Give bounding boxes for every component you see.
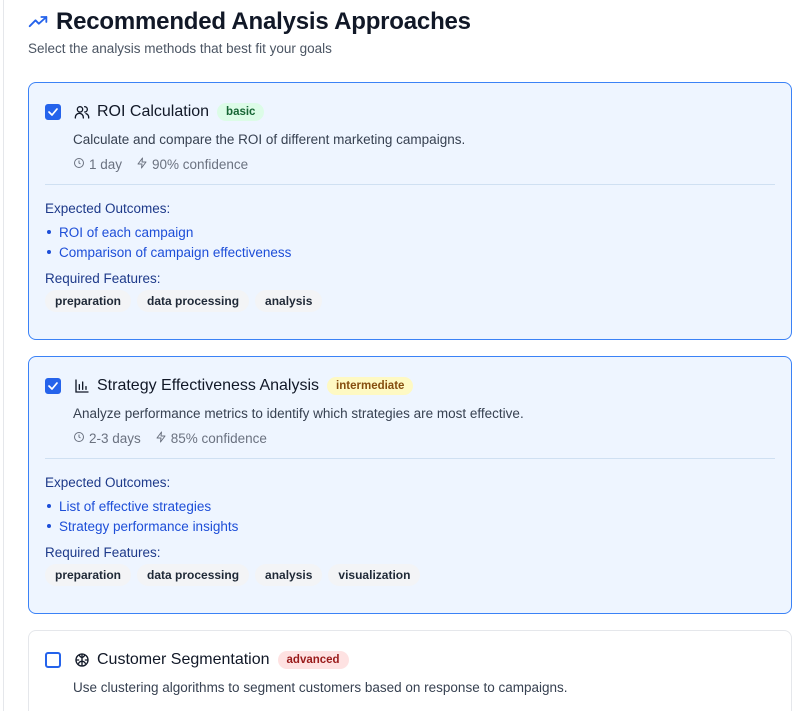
trending-up-icon [28,12,48,32]
left-border [3,0,4,711]
feature-chip: analysis [255,290,323,312]
duration-text: 2-3 days [89,431,141,446]
outcomes-list: List of effective strategies Strategy pe… [45,496,775,536]
page-subtitle: Select the analysis methods that best fi… [28,41,332,56]
outcomes-label: Expected Outcomes: [45,201,171,216]
level-badge: basic [217,103,265,121]
feature-chip: visualization [328,564,421,586]
zap-icon [155,431,167,446]
feature-chips: preparation data processing analysis [45,290,775,312]
clock-icon [73,157,85,172]
feature-chip: data processing [137,290,250,312]
list-item: List of effective strategies [45,496,775,516]
brain-icon [73,651,91,669]
method-checkbox[interactable] [45,104,61,120]
divider [45,184,775,185]
level-badge: advanced [277,651,349,669]
clock-icon [73,431,85,446]
method-description: Calculate and compare the ROI of differe… [73,132,466,147]
confidence-text: 85% confidence [170,431,267,446]
method-card-strategy-effectiveness[interactable]: Strategy Effectiveness Analysis intermed… [28,356,792,614]
feature-chip: preparation [45,290,132,312]
method-title: ROI Calculation [97,103,210,120]
list-item: ROI of each campaign [45,222,775,242]
features-label: Required Features: [45,271,161,286]
feature-chip: preparation [45,564,132,586]
outcomes-label: Expected Outcomes: [45,475,171,490]
bar-chart-icon [73,377,91,395]
method-description: Use clustering algorithms to segment cus… [73,680,568,695]
list-item: Strategy performance insights [45,516,775,536]
confidence-text: 90% confidence [152,157,249,172]
page-header: Recommended Analysis Approaches Select t… [28,8,471,56]
level-badge: intermediate [327,377,414,395]
duration: 2-3 days [73,431,141,446]
method-description: Analyze performance metrics to identify … [73,406,524,421]
method-card-customer-segmentation[interactable]: Customer Segmentation advanced Use clust… [28,630,792,711]
confidence: 90% confidence [136,157,248,172]
feature-chip: data processing [137,564,250,586]
duration: 1 day [73,157,122,172]
outcomes-list: ROI of each campaign Comparison of campa… [45,222,775,262]
features-label: Required Features: [45,545,161,560]
feature-chips: preparation data processing analysis vis… [45,564,775,586]
method-card-roi-calculation[interactable]: ROI Calculation basic Calculate and comp… [28,82,792,340]
list-item: Comparison of campaign effectiveness [45,242,775,262]
method-title: Customer Segmentation [97,651,270,668]
method-checkbox[interactable] [45,652,61,668]
confidence: 85% confidence [155,431,267,446]
method-checkbox[interactable] [45,378,61,394]
method-title: Strategy Effectiveness Analysis [97,377,320,394]
divider [45,458,775,459]
feature-chip: analysis [255,564,323,586]
users-icon [73,103,91,121]
page-title: Recommended Analysis Approaches [56,8,471,35]
zap-icon [136,157,148,172]
duration-text: 1 day [89,157,123,172]
